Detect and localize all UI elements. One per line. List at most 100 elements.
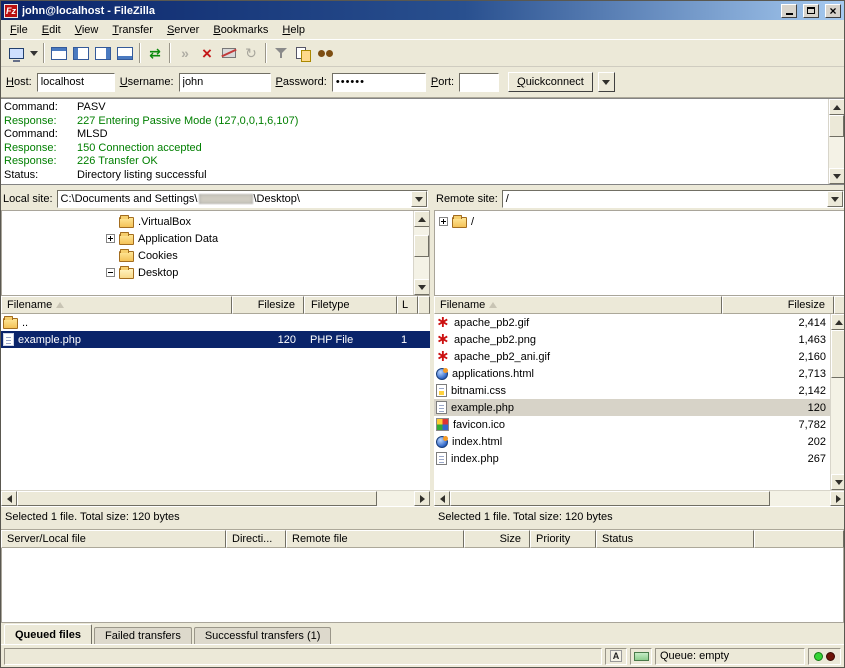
scroll-right-button[interactable]	[414, 491, 430, 506]
file-row[interactable]: apache_pb2.gif2,414	[434, 314, 845, 331]
column-header-filesize[interactable]: Filesize	[232, 296, 304, 314]
toggle-local-tree-button[interactable]	[70, 42, 92, 64]
column-header-label: Size	[500, 533, 521, 545]
tab-queued-files[interactable]: Queued files	[4, 624, 92, 644]
scroll-track[interactable]	[770, 491, 830, 506]
port-input[interactable]	[459, 73, 499, 92]
image-file-icon	[436, 316, 450, 330]
local-site-combo[interactable]: C:\Documents and Settings\\Desktop\	[57, 190, 428, 208]
remote-horizontal-scrollbar[interactable]	[434, 490, 845, 506]
remote-site-combo[interactable]: /	[502, 190, 844, 208]
scroll-down-button[interactable]	[414, 279, 430, 295]
site-manager-dropdown-button[interactable]	[27, 42, 40, 64]
scroll-right-button[interactable]	[830, 491, 845, 506]
file-row[interactable]: example.php120	[434, 399, 845, 416]
scroll-up-button[interactable]	[829, 99, 844, 115]
scroll-track[interactable]	[831, 330, 845, 474]
menu-item-help[interactable]: Help	[275, 22, 312, 38]
menu-item-server[interactable]: Server	[160, 22, 206, 38]
menu-item-file[interactable]: File	[3, 22, 35, 38]
file-row[interactable]: apache_pb2_ani.gif2,160	[434, 348, 845, 365]
file-row[interactable]: apache_pb2.png1,463	[434, 331, 845, 348]
scroll-track[interactable]	[829, 115, 844, 168]
file-row[interactable]: favicon.ico7,782	[434, 416, 845, 433]
tree-item[interactable]: Cookies	[2, 247, 429, 264]
remote-combo-dropdown-button[interactable]	[827, 191, 843, 207]
tree-item[interactable]: /	[435, 213, 845, 230]
file-row[interactable]: bitnami.css2,142	[434, 382, 845, 399]
scroll-down-button[interactable]	[829, 168, 844, 184]
menu-item-edit[interactable]: Edit	[35, 22, 68, 38]
scroll-track[interactable]	[414, 227, 429, 279]
column-header-filename[interactable]: Filename	[434, 296, 722, 314]
process-queue-button[interactable]	[174, 42, 196, 64]
local-horizontal-scrollbar[interactable]	[1, 490, 430, 506]
column-header-size[interactable]: Size	[464, 530, 530, 548]
scroll-thumb[interactable]	[414, 235, 429, 257]
keep-alive-button[interactable]	[630, 648, 652, 665]
column-header-filename[interactable]: Filename	[1, 296, 232, 314]
scroll-down-button[interactable]	[831, 474, 845, 490]
file-row[interactable]: applications.html2,713	[434, 365, 845, 382]
toggle-transfer-queue-button[interactable]	[114, 42, 136, 64]
tree-item[interactable]: .VirtualBox	[2, 213, 429, 230]
column-header-filesize[interactable]: Filesize	[722, 296, 834, 314]
quickconnect-dropdown-button[interactable]	[598, 72, 615, 92]
site-manager-button[interactable]	[5, 42, 27, 64]
remote-list-scrollbar[interactable]	[830, 314, 845, 490]
local-tree-scrollbar[interactable]	[413, 211, 429, 295]
scroll-thumb[interactable]	[450, 491, 770, 506]
tree-item[interactable]: Application Data	[2, 230, 429, 247]
quickconnect-button[interactable]: Quickconnect	[508, 72, 593, 92]
file-row[interactable]: example.php120PHP File1	[1, 331, 430, 348]
directory-listing-filters-button[interactable]	[270, 42, 292, 64]
directory-comparison-button[interactable]	[292, 42, 314, 64]
scroll-thumb[interactable]	[831, 330, 845, 378]
column-header-priority[interactable]: Priority	[530, 530, 596, 548]
log-scrollbar[interactable]	[828, 99, 844, 184]
column-header-server-local-file[interactable]: Server/Local file	[1, 530, 226, 548]
collapse-icon[interactable]	[106, 268, 115, 277]
cancel-operation-button[interactable]	[196, 42, 218, 64]
menu-item-transfer[interactable]: Transfer	[105, 22, 160, 38]
disconnect-button[interactable]	[218, 42, 240, 64]
toggle-message-log-button[interactable]	[48, 42, 70, 64]
password-input[interactable]	[332, 73, 426, 92]
expand-icon[interactable]	[106, 234, 115, 243]
scroll-up-button[interactable]	[414, 211, 430, 227]
column-header-remote-file[interactable]: Remote file	[286, 530, 464, 548]
reconnect-button[interactable]	[240, 42, 262, 64]
minimize-button[interactable]	[781, 4, 797, 18]
tab-failed-transfers[interactable]: Failed transfers	[94, 627, 192, 644]
scroll-up-button[interactable]	[831, 314, 845, 330]
scroll-thumb[interactable]	[17, 491, 377, 506]
column-header-l[interactable]: L	[397, 296, 418, 314]
titlebar[interactable]: john@localhost - FileZilla ×	[1, 1, 844, 20]
file-row[interactable]: ..	[1, 314, 430, 331]
scroll-thumb[interactable]	[829, 115, 844, 137]
close-button[interactable]: ×	[825, 4, 841, 18]
menu-item-view[interactable]: View	[68, 22, 106, 38]
find-files-button[interactable]	[314, 42, 336, 64]
column-header-directi[interactable]: Directi...	[226, 530, 286, 548]
username-input[interactable]	[179, 73, 271, 92]
log-line-text: PASV	[77, 101, 106, 115]
scroll-track[interactable]	[377, 491, 414, 506]
tree-item[interactable]: Desktop	[2, 264, 429, 281]
toggle-remote-tree-button[interactable]	[92, 42, 114, 64]
local-combo-dropdown-button[interactable]	[411, 191, 427, 207]
menu-item-bookmarks[interactable]: Bookmarks	[206, 22, 275, 38]
host-input[interactable]	[37, 73, 115, 92]
column-header-filetype[interactable]: Filetype	[304, 296, 397, 314]
transfer-type-button[interactable]	[605, 648, 627, 665]
tab-successful-transfers-1[interactable]: Successful transfers (1)	[194, 627, 332, 644]
queue-body[interactable]	[1, 548, 844, 623]
maximize-button[interactable]	[803, 4, 819, 18]
column-header-status[interactable]: Status	[596, 530, 754, 548]
scroll-left-button[interactable]	[1, 491, 17, 506]
expand-icon[interactable]	[439, 217, 448, 226]
file-row[interactable]: index.php267	[434, 450, 845, 467]
refresh-button[interactable]	[144, 42, 166, 64]
scroll-left-button[interactable]	[434, 491, 450, 506]
file-row[interactable]: index.html202	[434, 433, 845, 450]
